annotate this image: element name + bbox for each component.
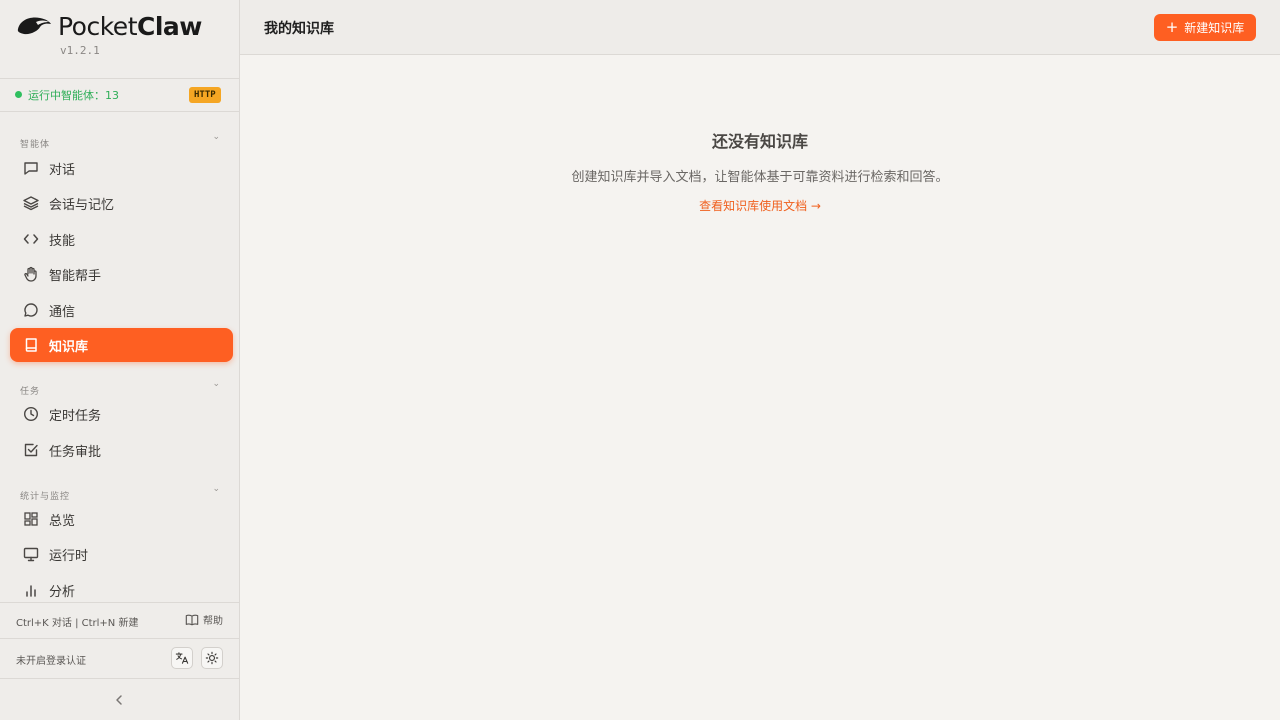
auth-status-text: 未开启登录认证 bbox=[16, 656, 86, 667]
sidebar-item-label: 技能 bbox=[49, 233, 76, 249]
shortcut-bar: Ctrl+K 对话 | Ctrl+N 新建 帮助 bbox=[0, 603, 239, 638]
sidebar-item-label: 总览 bbox=[49, 513, 76, 529]
sidebar-item-assistant[interactable]: 智能帮手 bbox=[10, 257, 233, 291]
sidebar-item-label: 会话与记忆 bbox=[49, 197, 115, 213]
sidebar: PocketClaw v1.2.1 运行中智能体：13 HTTP 智能体 ⌄ 对… bbox=[0, 0, 240, 720]
chat-bubble-icon bbox=[22, 159, 40, 177]
message-circle-icon bbox=[22, 301, 40, 319]
brand[interactable]: PocketClaw v1.2.1 bbox=[16, 12, 226, 62]
empty-state: 还没有知识库 创建知识库并导入文档，让智能体基于可靠资料进行检索和回答。 查看知… bbox=[240, 128, 1280, 214]
book-icon bbox=[22, 336, 40, 354]
empty-state-description: 创建知识库并导入文档，让智能体基于可靠资料进行检索和回答。 bbox=[571, 170, 949, 185]
sidebar-item-scheduled-tasks[interactable]: 定时任务 bbox=[10, 397, 233, 431]
shortcut-hint: Ctrl+K 对话 | Ctrl+N 新建 bbox=[16, 618, 139, 629]
sidebar-item-runtime[interactable]: 运行时 bbox=[10, 537, 233, 571]
section-header-tasks[interactable]: 任务 ⌄ bbox=[20, 379, 220, 397]
divider bbox=[0, 678, 239, 679]
status-dot bbox=[15, 91, 22, 98]
topbar: 我的知识库 + 新建知识库 bbox=[240, 0, 1280, 55]
sidebar-item-task-approval[interactable]: 任务审批 bbox=[10, 433, 233, 467]
check-square-icon bbox=[22, 441, 40, 459]
empty-state-title: 还没有知识库 bbox=[711, 132, 808, 151]
http-badge: HTTP bbox=[189, 87, 221, 103]
auth-bar: 未开启登录认证 bbox=[0, 639, 239, 678]
chevron-down-icon: ⌄ bbox=[212, 132, 220, 142]
collapse-sidebar-button[interactable] bbox=[109, 690, 129, 710]
sidebar-item-label: 分析 bbox=[49, 584, 76, 600]
help-button[interactable]: 帮助 bbox=[185, 612, 223, 627]
help-label: 帮助 bbox=[203, 616, 223, 627]
bar-chart-icon bbox=[22, 581, 40, 599]
running-agents-text: 运行中智能体：13 bbox=[28, 89, 119, 102]
section-header-stats[interactable]: 统计与监控 ⌄ bbox=[20, 484, 220, 502]
new-knowledge-base-button[interactable]: + 新建知识库 bbox=[1154, 14, 1256, 41]
sidebar-item-label: 对话 bbox=[49, 162, 76, 178]
sidebar-item-communication[interactable]: 通信 bbox=[10, 293, 233, 327]
sidebar-item-label: 任务审批 bbox=[49, 444, 102, 460]
sidebar-item-skills[interactable]: 技能 bbox=[10, 222, 233, 256]
sidebar-item-label: 定时任务 bbox=[49, 408, 102, 424]
sidebar-item-label: 通信 bbox=[49, 304, 76, 320]
docs-link[interactable]: 查看知识库使用文档 → bbox=[240, 197, 1280, 214]
plus-icon: + bbox=[1165, 18, 1179, 36]
code-icon bbox=[22, 230, 40, 248]
open-book-icon bbox=[185, 614, 199, 625]
theme-toggle-button[interactable] bbox=[201, 647, 223, 669]
hand-icon bbox=[22, 265, 40, 283]
chevron-left-icon bbox=[116, 695, 122, 705]
section-title: 统计与监控 bbox=[20, 492, 71, 502]
section-title: 任务 bbox=[20, 387, 41, 397]
claw-logo-icon bbox=[17, 17, 52, 35]
sun-icon bbox=[205, 651, 219, 665]
sidebar-item-label: 智能帮手 bbox=[49, 268, 102, 284]
dashboard-icon bbox=[22, 510, 40, 528]
clock-icon bbox=[22, 405, 40, 423]
monitor-icon bbox=[22, 545, 40, 563]
section-header-agents[interactable]: 智能体 ⌄ bbox=[20, 132, 220, 150]
sidebar-item-knowledge-base[interactable]: 知识库 bbox=[10, 328, 233, 362]
page-title: 我的知识库 bbox=[264, 21, 334, 37]
language-button[interactable] bbox=[171, 647, 193, 669]
sidebar-item-overview[interactable]: 总览 bbox=[10, 502, 233, 536]
chevron-down-icon: ⌄ bbox=[212, 379, 220, 389]
layers-icon bbox=[22, 194, 40, 212]
sidebar-item-label: 运行时 bbox=[49, 548, 89, 564]
section-title: 智能体 bbox=[20, 140, 51, 150]
sidebar-item-label: 知识库 bbox=[49, 339, 89, 355]
sidebar-item-chat[interactable]: 对话 bbox=[10, 151, 233, 185]
brand-version: v1.2.1 bbox=[60, 44, 100, 57]
new-knowledge-base-label: 新建知识库 bbox=[1184, 21, 1245, 35]
sidebar-item-analytics[interactable]: 分析 bbox=[10, 573, 233, 602]
agent-status-row: 运行中智能体：13 HTTP bbox=[0, 79, 239, 111]
sidebar-nav: 智能体 ⌄ 对话 会话与记忆 技能 智能帮手 通信 知识库 任务 ⌄ 定时任务 … bbox=[0, 112, 239, 602]
sidebar-item-sessions-memory[interactable]: 会话与记忆 bbox=[10, 186, 233, 220]
translate-icon bbox=[175, 652, 189, 664]
chevron-down-icon: ⌄ bbox=[212, 484, 220, 494]
brand-name: PocketClaw bbox=[58, 12, 202, 41]
